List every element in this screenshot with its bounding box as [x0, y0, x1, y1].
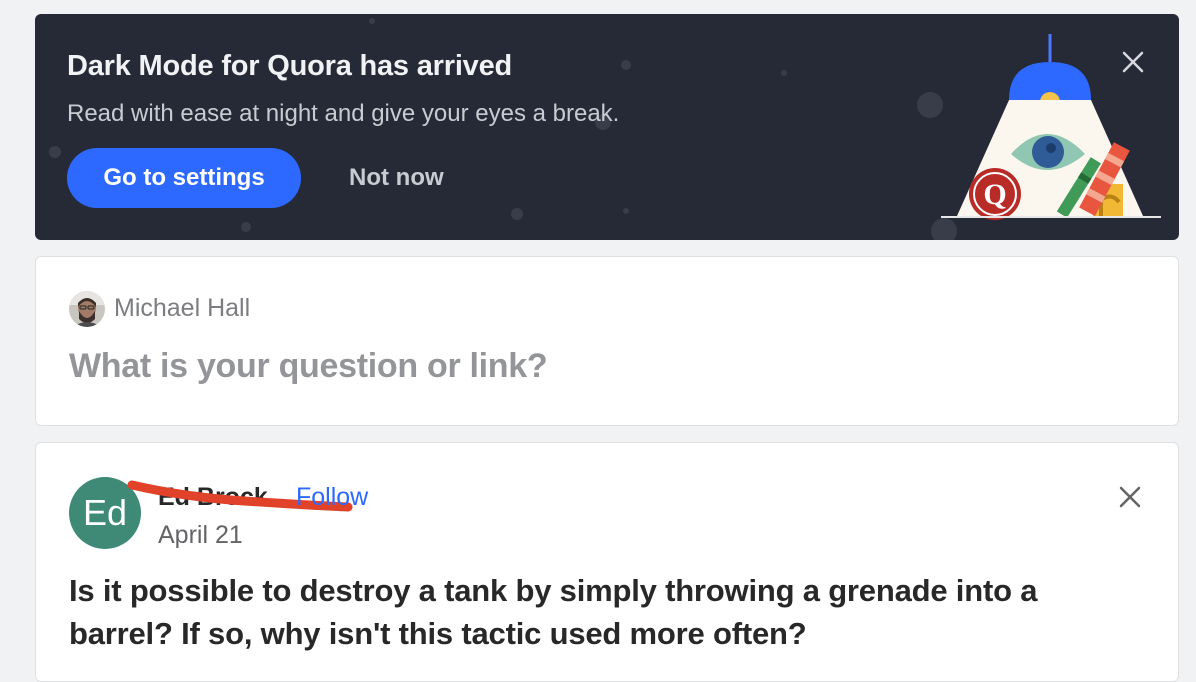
- ask-user-name: Michael Hall: [114, 294, 251, 322]
- decorative-dot: [781, 70, 787, 76]
- decorative-dot: [241, 222, 251, 232]
- author-name[interactable]: Ed Brock: [158, 483, 268, 512]
- not-now-button[interactable]: Not now: [335, 148, 458, 208]
- question-title[interactable]: Is it possible to destroy a tank by simp…: [69, 569, 1129, 655]
- follow-link[interactable]: Follow: [296, 483, 368, 512]
- question-input[interactable]: What is your question or link?: [69, 347, 548, 386]
- dark-mode-banner: Dark Mode for Quora has arrived Read wit…: [35, 14, 1179, 240]
- close-icon[interactable]: [1115, 44, 1151, 80]
- close-icon[interactable]: [1114, 481, 1146, 513]
- author-avatar[interactable]: Ed: [69, 477, 141, 549]
- decorative-dot: [49, 146, 61, 158]
- banner-subtitle: Read with ease at night and give your ey…: [67, 100, 620, 127]
- user-avatar[interactable]: [69, 291, 105, 327]
- go-to-settings-button[interactable]: Go to settings: [67, 148, 301, 208]
- decorative-dot: [621, 60, 631, 70]
- feed-post-card: Ed Ed Brock Follow April 21 Is it possib…: [35, 442, 1179, 682]
- decorative-dot: [511, 208, 523, 220]
- decorative-dot: [623, 208, 629, 214]
- quora-logo-letter: Q: [983, 178, 1006, 211]
- ask-question-card[interactable]: Michael Hall What is your question or li…: [35, 256, 1179, 426]
- decorative-dot: [369, 18, 375, 24]
- post-date[interactable]: April 21: [158, 521, 243, 550]
- banner-title: Dark Mode for Quora has arrived: [67, 50, 513, 82]
